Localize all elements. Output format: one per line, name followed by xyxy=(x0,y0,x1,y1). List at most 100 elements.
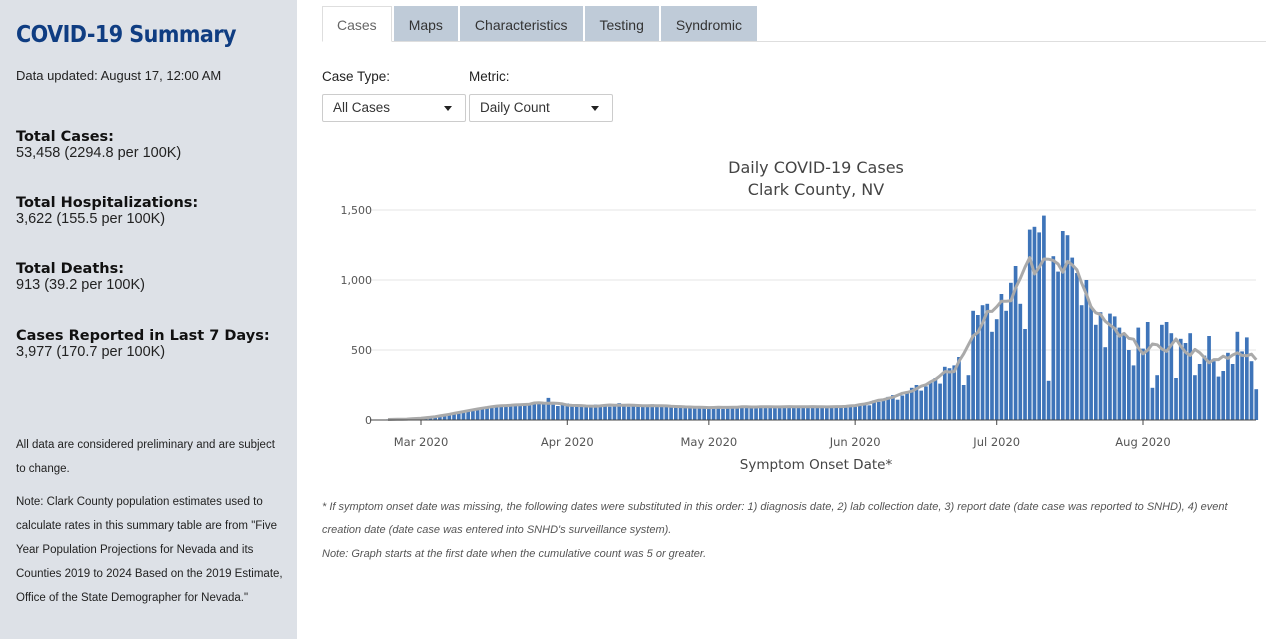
metric-select[interactable]: Daily Count xyxy=(469,94,613,122)
preliminary-note: All data are considered preliminary and … xyxy=(16,439,275,475)
case-type-select[interactable]: All Cases xyxy=(322,94,466,122)
tab-cases[interactable]: Cases xyxy=(322,6,392,42)
bar xyxy=(744,406,749,420)
bar xyxy=(1207,336,1211,420)
bar xyxy=(810,407,815,420)
bar xyxy=(947,368,952,420)
bar xyxy=(707,407,711,420)
bar xyxy=(1127,350,1131,420)
bar xyxy=(508,404,513,420)
case-type-label: Case Type: xyxy=(322,69,391,84)
bar xyxy=(626,406,631,420)
bar xyxy=(697,407,702,420)
bar xyxy=(551,404,555,420)
bar xyxy=(607,406,612,420)
bar xyxy=(494,406,499,420)
chevron-down-icon xyxy=(591,106,599,111)
bar xyxy=(1150,387,1155,420)
bar xyxy=(579,406,584,420)
bar xyxy=(749,407,754,420)
bar xyxy=(678,406,683,420)
bar-series xyxy=(386,215,1259,420)
bar xyxy=(777,406,782,420)
chart-subtitle: Clark County, NV xyxy=(748,180,884,199)
bar xyxy=(763,407,768,420)
stat-label: Total Cases: xyxy=(16,129,114,145)
bar xyxy=(570,405,574,420)
tab-maps[interactable]: Maps xyxy=(393,6,458,42)
bar xyxy=(1188,333,1193,420)
trend-line xyxy=(387,256,1258,421)
bar xyxy=(640,405,645,420)
x-tick-label: Jun 2020 xyxy=(829,435,881,449)
bar xyxy=(541,402,546,420)
stat-total-cases: Total Cases: 53,458 (2294.8 per 100K) xyxy=(16,129,181,161)
gridlines xyxy=(370,209,1256,351)
bar xyxy=(721,408,725,420)
metric-value: Daily Count xyxy=(480,100,550,115)
population-note: Note: Clark County population estimates … xyxy=(16,496,283,604)
stat-total-hospitalizations: Total Hospitalizations: 3,622 (155.5 per… xyxy=(16,195,198,227)
bar xyxy=(735,407,740,420)
bar xyxy=(933,378,938,420)
tab-syndromic[interactable]: Syndromic xyxy=(660,6,758,42)
bar xyxy=(1070,257,1075,420)
bar xyxy=(711,407,716,420)
bar xyxy=(1211,361,1216,420)
stat-cases-last-7-days: Cases Reported in Last 7 Days: 3,977 (17… xyxy=(16,328,270,360)
case-type-value: All Cases xyxy=(333,100,391,115)
bar xyxy=(603,405,607,420)
bar xyxy=(1244,337,1249,420)
bar xyxy=(546,397,551,420)
bar xyxy=(1103,347,1108,420)
y-tick-label: 500 xyxy=(351,344,372,357)
bar xyxy=(768,407,773,420)
bar xyxy=(881,399,886,420)
stat-value: 3,977 (170.7 per 100K) xyxy=(16,344,166,360)
bar xyxy=(961,385,966,420)
bar xyxy=(574,406,579,420)
bar xyxy=(886,396,891,420)
x-tick-label: May 2020 xyxy=(681,435,738,449)
tab-characteristics[interactable]: Characteristics xyxy=(459,6,583,42)
stat-label: Total Hospitalizations: xyxy=(16,195,199,211)
bar xyxy=(848,406,853,420)
bar xyxy=(683,407,688,420)
bar xyxy=(669,406,673,420)
bar xyxy=(853,406,857,420)
bar xyxy=(636,404,640,420)
bar xyxy=(1060,231,1065,420)
bar xyxy=(1056,271,1060,420)
x-tick-label: Apr 2020 xyxy=(541,435,594,449)
bar xyxy=(1235,331,1240,420)
y-tick-label: 1,500 xyxy=(341,204,373,217)
stat-label: Cases Reported in Last 7 Days: xyxy=(16,328,270,344)
bar xyxy=(1079,305,1084,420)
daily-cases-chart: Daily COVID-19 Cases Clark County, NV 05… xyxy=(341,158,1259,473)
bar xyxy=(1023,329,1027,420)
bar xyxy=(645,406,650,420)
bar xyxy=(919,390,924,420)
stat-value: 53,458 (2294.8 per 100K) xyxy=(16,145,182,161)
bar xyxy=(1009,282,1013,420)
bar xyxy=(782,407,787,420)
bar xyxy=(1051,256,1056,420)
bar xyxy=(1108,313,1112,420)
y-axis-ticks: 05001,0001,500 xyxy=(341,204,373,427)
bar xyxy=(655,406,659,420)
bar xyxy=(1155,375,1159,420)
bar xyxy=(631,406,636,420)
metric-label: Metric: xyxy=(469,69,510,84)
bar xyxy=(556,406,560,420)
bar xyxy=(1249,361,1254,420)
data-updated-text: Data updated: August 17, 12:00 AM xyxy=(16,68,222,83)
tab-testing[interactable]: Testing xyxy=(584,6,659,42)
bar xyxy=(791,406,796,420)
bar xyxy=(1226,352,1230,420)
x-tick-label: Aug 2020 xyxy=(1115,435,1170,449)
bar xyxy=(895,399,900,420)
bar xyxy=(1145,322,1150,420)
bar xyxy=(985,303,990,420)
bar xyxy=(1046,380,1051,420)
bar xyxy=(796,406,801,420)
